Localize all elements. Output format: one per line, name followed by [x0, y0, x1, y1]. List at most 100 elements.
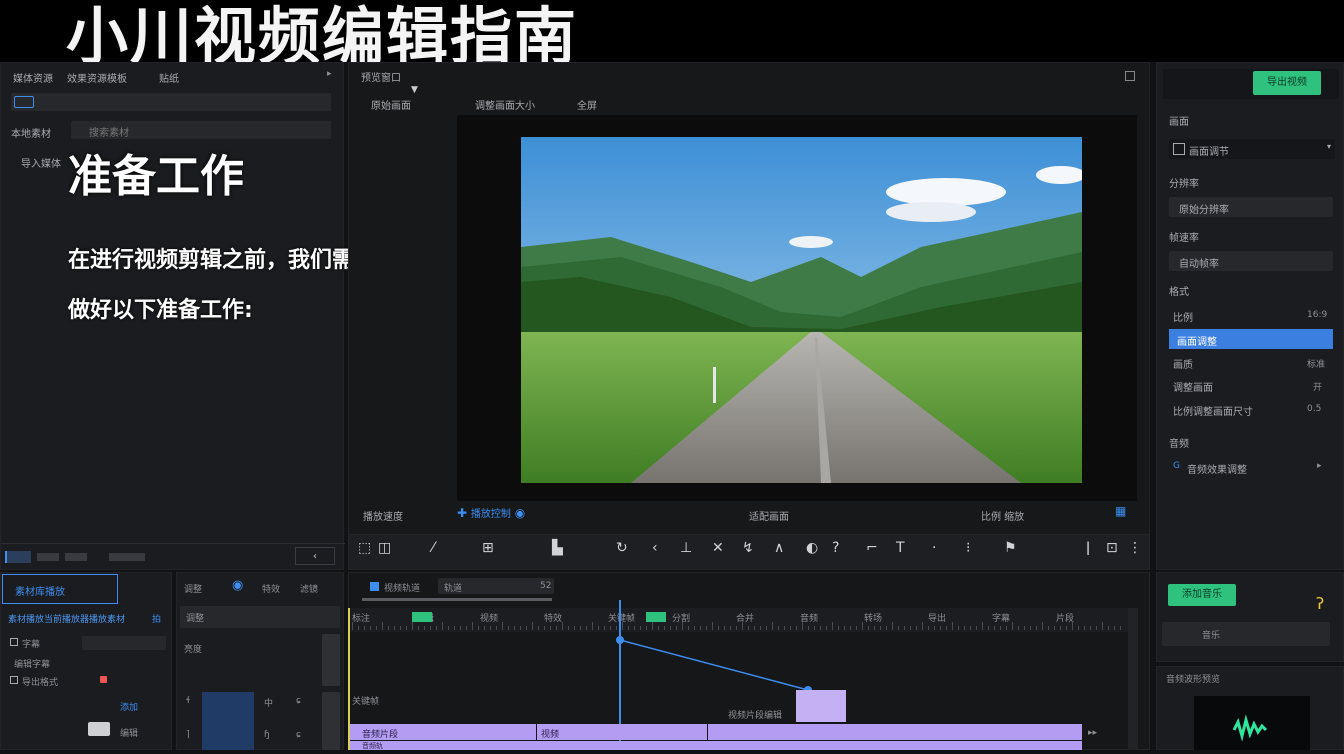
color-tool-icon[interactable]: ◐: [806, 540, 818, 556]
collapse-button[interactable]: ‹: [295, 547, 335, 565]
effects-grid-icon[interactable]: ɬ: [186, 696, 190, 706]
timeline-right-scroll[interactable]: [1128, 608, 1138, 750]
record-icon[interactable]: [100, 676, 107, 683]
viewer-tab-original[interactable]: 原始画面: [371, 97, 411, 112]
viewer-tab-resize[interactable]: 调整画面大小: [475, 97, 535, 112]
format-row-label[interactable]: 比例调整画面尺寸: [1173, 403, 1253, 418]
overlay-line-2: 做好以下准备工作:: [68, 298, 253, 323]
more-icon[interactable]: ⋮: [1128, 540, 1142, 556]
viewer-tab-fullscreen[interactable]: 全屏: [577, 97, 597, 112]
rotate-tool-icon[interactable]: ↻: [616, 540, 628, 556]
left-footer-tab-active[interactable]: [5, 551, 31, 563]
crop-tool-icon[interactable]: ⊞: [482, 540, 494, 556]
text-tool-icon[interactable]: T: [896, 540, 905, 556]
track-name[interactable]: 视频轨道: [384, 581, 420, 594]
info-icon[interactable]: ǀ: [1086, 540, 1090, 556]
import-media-label[interactable]: 导入媒体: [21, 155, 61, 170]
tab-stickers[interactable]: 贴纸: [159, 70, 179, 85]
viewer-expand-icon[interactable]: [1125, 71, 1135, 81]
play-icon[interactable]: ◉: [515, 506, 525, 520]
clip-audio-track[interactable]: 音频轨: [350, 741, 1082, 750]
effects-tab-adjust[interactable]: 调整: [184, 582, 202, 595]
bottom-edit-button[interactable]: 编辑: [120, 726, 138, 739]
panel-expand-icon[interactable]: ▸: [327, 69, 332, 79]
left-arrow-icon[interactable]: ‹: [652, 540, 658, 556]
delete-tool-icon[interactable]: ✕: [712, 540, 724, 556]
preview-canvas[interactable]: [457, 115, 1137, 501]
media-toggle[interactable]: [11, 93, 331, 111]
image-adjust-select[interactable]: 画面调节 ▾: [1169, 139, 1335, 159]
effects-grid-icon[interactable]: ɧ: [264, 730, 270, 740]
tab-effects[interactable]: 效果资源模板: [67, 70, 127, 85]
audio-effect-item[interactable]: 音频效果调整: [1173, 461, 1247, 476]
tab-media[interactable]: 媒体资源: [13, 70, 53, 85]
effects-tab-active-icon[interactable]: ◉: [232, 578, 243, 593]
audio-item-chevron-icon[interactable]: ▸: [1317, 461, 1322, 471]
option-export-format[interactable]: 导出格式: [22, 675, 58, 688]
prev-frame-icon[interactable]: ✚: [457, 506, 467, 520]
option-dropdown[interactable]: [82, 636, 166, 650]
format-row-value: 16:9: [1307, 310, 1328, 320]
option-edit-subtitle[interactable]: 编辑字幕: [14, 657, 50, 670]
clip-video[interactable]: 视频: [537, 724, 707, 740]
speed-tool-icon[interactable]: ↯: [742, 540, 754, 556]
clip-audio[interactable]: 音频片段: [350, 724, 536, 740]
flag-tool-icon[interactable]: ⚑: [1004, 540, 1017, 556]
effects-row-brightness[interactable]: 亮度: [184, 642, 202, 655]
effects-scrollbar-2[interactable]: [322, 692, 340, 750]
add-music-button[interactable]: 添加音乐: [1168, 584, 1236, 606]
fit-frame-label[interactable]: 适配画面: [749, 508, 789, 523]
effects-grid-icon[interactable]: ⌉: [186, 730, 190, 740]
effects-tab-fx[interactable]: 特效: [262, 582, 280, 595]
help-icon[interactable]: ?: [832, 540, 839, 556]
pen-tool-icon[interactable]: ⁄: [432, 540, 434, 556]
format-row-label[interactable]: 调整画面: [1173, 379, 1213, 394]
settings-icon[interactable]: ⁝: [966, 540, 970, 556]
clip-end-marker[interactable]: ▸▸: [1088, 728, 1097, 738]
grid-icon[interactable]: ▦: [1115, 504, 1126, 518]
left-footer-tab[interactable]: [109, 553, 145, 561]
viewer-panel: 预览窗口 ▼ 原始画面 调整画面大小 全屏 播放速度 ✚ 播放控制 ◉ 适配画面…: [348, 62, 1150, 540]
effects-row-adjust[interactable]: 调整: [180, 606, 340, 628]
keyframe-clip[interactable]: [796, 690, 846, 722]
format-row-label[interactable]: 画质: [1173, 356, 1193, 371]
playback-controls[interactable]: ✚ 播放控制 ◉: [457, 505, 525, 520]
link-icon[interactable]: ⊡: [1106, 540, 1118, 556]
clip-main[interactable]: [708, 724, 1082, 740]
media-search-input[interactable]: 搜索素材: [71, 121, 331, 139]
effects-grid-icon[interactable]: 中: [264, 696, 273, 709]
format-row-value: 标准: [1307, 360, 1326, 370]
resolution-field[interactable]: 原始分辨率: [1169, 197, 1333, 217]
playback-speed-label[interactable]: 播放速度: [363, 508, 403, 523]
bottom-add-button[interactable]: 添加: [120, 700, 138, 713]
framerate-field[interactable]: 自动帧率: [1169, 251, 1333, 271]
left-footer-tab[interactable]: [37, 553, 59, 561]
fade-tool-icon[interactable]: ∧: [774, 540, 784, 556]
local-media-label[interactable]: 本地素材: [11, 125, 51, 140]
format-row-label[interactable]: 比例: [1173, 309, 1193, 324]
stamp-tool-icon[interactable]: ▙: [552, 540, 563, 556]
option-checkbox[interactable]: [10, 638, 18, 646]
library-header[interactable]: 素材库播放: [2, 574, 118, 604]
track-checkbox[interactable]: [370, 582, 379, 591]
option-checkbox-2[interactable]: [10, 676, 18, 684]
effects-grid-icon[interactable]: ɕ: [296, 730, 301, 740]
split-tool-icon[interactable]: ◫: [378, 540, 391, 556]
dot-icon[interactable]: ·: [932, 540, 936, 556]
effects-tab-filter[interactable]: 滤镜: [300, 582, 318, 595]
track-name-field[interactable]: 轨道: [438, 578, 554, 594]
format-row-selected[interactable]: 画面调整: [1169, 329, 1333, 349]
option-subtitle[interactable]: 字幕: [22, 637, 40, 650]
effects-grid-active[interactable]: [202, 692, 254, 750]
effects-scrollbar[interactable]: [322, 634, 340, 686]
zoom-ratio-label[interactable]: 比例 缩放: [981, 508, 1024, 523]
select-tool-icon[interactable]: ⬚: [358, 540, 371, 556]
left-footer-tab[interactable]: [65, 553, 87, 561]
chevron-down-icon: ▾: [1326, 142, 1331, 151]
music-row[interactable]: 音乐: [1162, 622, 1330, 646]
bracket-tool-icon[interactable]: ⌐: [866, 540, 878, 556]
effects-grid-icon[interactable]: ɕ: [296, 696, 301, 706]
export-button[interactable]: 导出视频: [1253, 71, 1321, 95]
music-curve-icon[interactable]: ʔ: [1316, 594, 1324, 613]
marker-tool-icon[interactable]: ⊥: [680, 540, 692, 556]
